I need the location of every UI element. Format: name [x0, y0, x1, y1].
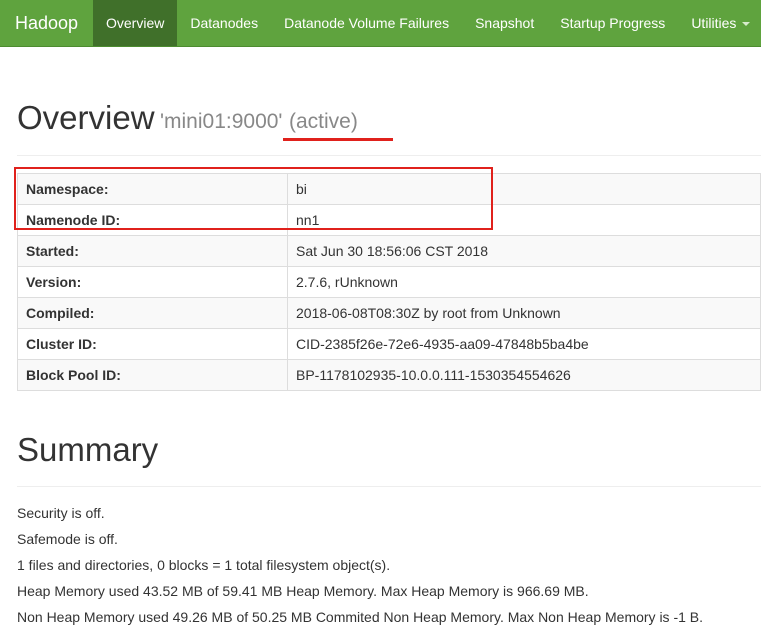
row-value: Sat Jun 30 18:56:06 CST 2018 [287, 235, 761, 267]
row-value: 2.7.6, rUnknown [287, 266, 761, 298]
row-value: bi [287, 173, 761, 205]
namenode-host: 'mini01:9000' [160, 110, 283, 133]
nav-item-snapshot[interactable]: Snapshot [462, 0, 547, 46]
row-label: Started: [17, 235, 288, 267]
table-row: Block Pool ID: BP-1178102935-10.0.0.111-… [17, 359, 761, 391]
top-navbar: Hadoop Overview Datanodes Datanode Volum… [0, 0, 761, 47]
namenode-state: (active) [289, 110, 358, 133]
table-row: Namenode ID: nn1 [17, 204, 761, 236]
nav-menu: Overview Datanodes Datanode Volume Failu… [93, 0, 761, 46]
caret-down-icon [742, 22, 751, 27]
row-value: CID-2385f26e-72e6-4935-aa09-47848b5ba4be [287, 328, 761, 360]
row-label: Namenode ID: [17, 204, 288, 236]
row-value: 2018-06-08T08:30Z by root from Unknown [287, 297, 761, 329]
summary-line: 1 files and directories, 0 blocks = 1 to… [17, 557, 391, 573]
red-annotation-underline [283, 138, 393, 141]
row-label: Block Pool ID: [17, 359, 288, 391]
nav-item-datanode-volume-failures[interactable]: Datanode Volume Failures [271, 0, 462, 46]
nav-item-utilities[interactable]: Utilities [678, 0, 761, 46]
overview-title: Overview [17, 99, 155, 136]
summary-list: Security is off. Safemode is off. 1 file… [17, 504, 703, 634]
row-label: Cluster ID: [17, 328, 288, 360]
row-value: nn1 [287, 204, 761, 236]
row-label: Compiled: [17, 297, 288, 329]
table-row: Version: 2.7.6, rUnknown [17, 266, 761, 298]
nav-item-startup-progress[interactable]: Startup Progress [547, 0, 678, 46]
row-label: Version: [17, 266, 288, 298]
summary-line: Security is off. [17, 505, 105, 521]
summary-header: Summary [17, 431, 761, 487]
overview-info-table: Namespace: bi Namenode ID: nn1 Started: … [17, 173, 761, 391]
table-row: Namespace: bi [17, 173, 761, 205]
table-row: Compiled: 2018-06-08T08:30Z by root from… [17, 297, 761, 329]
brand-logo[interactable]: Hadoop [0, 0, 93, 46]
table-row: Started: Sat Jun 30 18:56:06 CST 2018 [17, 235, 761, 267]
summary-line: Safemode is off. [17, 531, 118, 547]
row-label: Namespace: [17, 173, 288, 205]
summary-title: Summary [17, 431, 159, 468]
summary-line: Non Heap Memory used 49.26 MB of 50.25 M… [17, 609, 704, 625]
nav-item-utilities-label: Utilities [691, 15, 737, 31]
overview-header: Overview 'mini01:9000' (active) [17, 99, 761, 156]
summary-line: Heap Memory used 43.52 MB of 59.41 MB He… [17, 583, 589, 599]
table-row: Cluster ID: CID-2385f26e-72e6-4935-aa09-… [17, 328, 761, 360]
nav-item-datanodes[interactable]: Datanodes [177, 0, 271, 46]
nav-item-overview[interactable]: Overview [93, 0, 178, 46]
row-value: BP-1178102935-10.0.0.111-1530354554626 [287, 359, 761, 391]
